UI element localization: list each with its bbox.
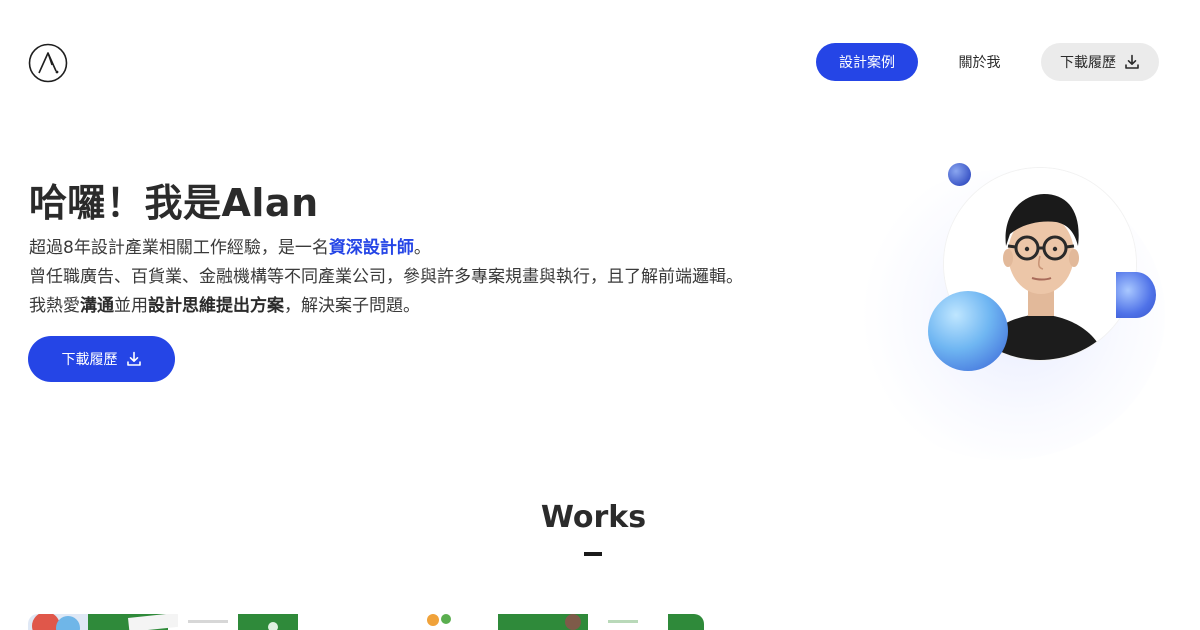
hero-highlight-senior-designer: 資深設計師 [328, 238, 414, 258]
hero-download-resume-button[interactable]: 下載履歷 [28, 336, 175, 382]
hero-line-3-c: 並用 [114, 296, 148, 316]
hero-line-1-end: 。 [413, 238, 431, 258]
hero-line-2: 曾任職廣告、百貨業、金融機構等不同產業公司，參與許多專案規畫與執行，且了解前端邏… [29, 267, 743, 287]
decorative-orb-large [928, 291, 1008, 371]
decorative-orb-small [948, 163, 971, 186]
nav-about-label: 關於我 [958, 55, 1001, 71]
hero-line-1-text: 超過8年設計產業相關工作經驗，是一名 [29, 238, 329, 258]
hero-line-3-a: 我熱愛 [29, 296, 80, 316]
hero-title: 哈囉！我是Alan [29, 181, 319, 225]
hero-line-1: 超過8年設計產業相關工作經驗，是一名資深設計師。 [29, 234, 849, 263]
decorative-orb-right [1116, 272, 1156, 318]
works-preview-card[interactable] [28, 614, 704, 630]
hero-download-resume-label: 下載履歷 [61, 352, 118, 368]
nav-design-cases-label: 設計案例 [839, 55, 895, 71]
hero-description: 超過8年設計產業相關工作經驗，是一名資深設計師。 曾任職廣告、百貨業、金融機構等… [29, 234, 849, 321]
download-icon [126, 351, 141, 366]
works-title-underline [584, 552, 602, 556]
top-nav: 設計案例 關於我 下載履歷 [816, 43, 1159, 81]
nav-design-cases-button[interactable]: 設計案例 [816, 43, 918, 81]
hero-line-3-communication: 溝通 [80, 296, 114, 316]
alan-logo-icon [28, 43, 68, 83]
nav-about-button[interactable]: 關於我 [918, 43, 1041, 81]
nav-download-resume-label: 下載履歷 [1060, 55, 1116, 71]
hero-line-3-e: ，解決案子問題。 [284, 296, 420, 316]
works-section-title: Works [540, 500, 647, 535]
download-icon [1125, 54, 1139, 69]
logo[interactable] [28, 43, 68, 83]
works-preview-thumbnail [28, 614, 704, 630]
nav-download-resume-button[interactable]: 下載履歷 [1041, 43, 1159, 81]
hero-line-3: 我熱愛溝通並用設計思維提出方案，解決案子問題。 [29, 292, 849, 321]
hero-line-3-design-thinking: 設計思維提出方案 [148, 296, 284, 316]
